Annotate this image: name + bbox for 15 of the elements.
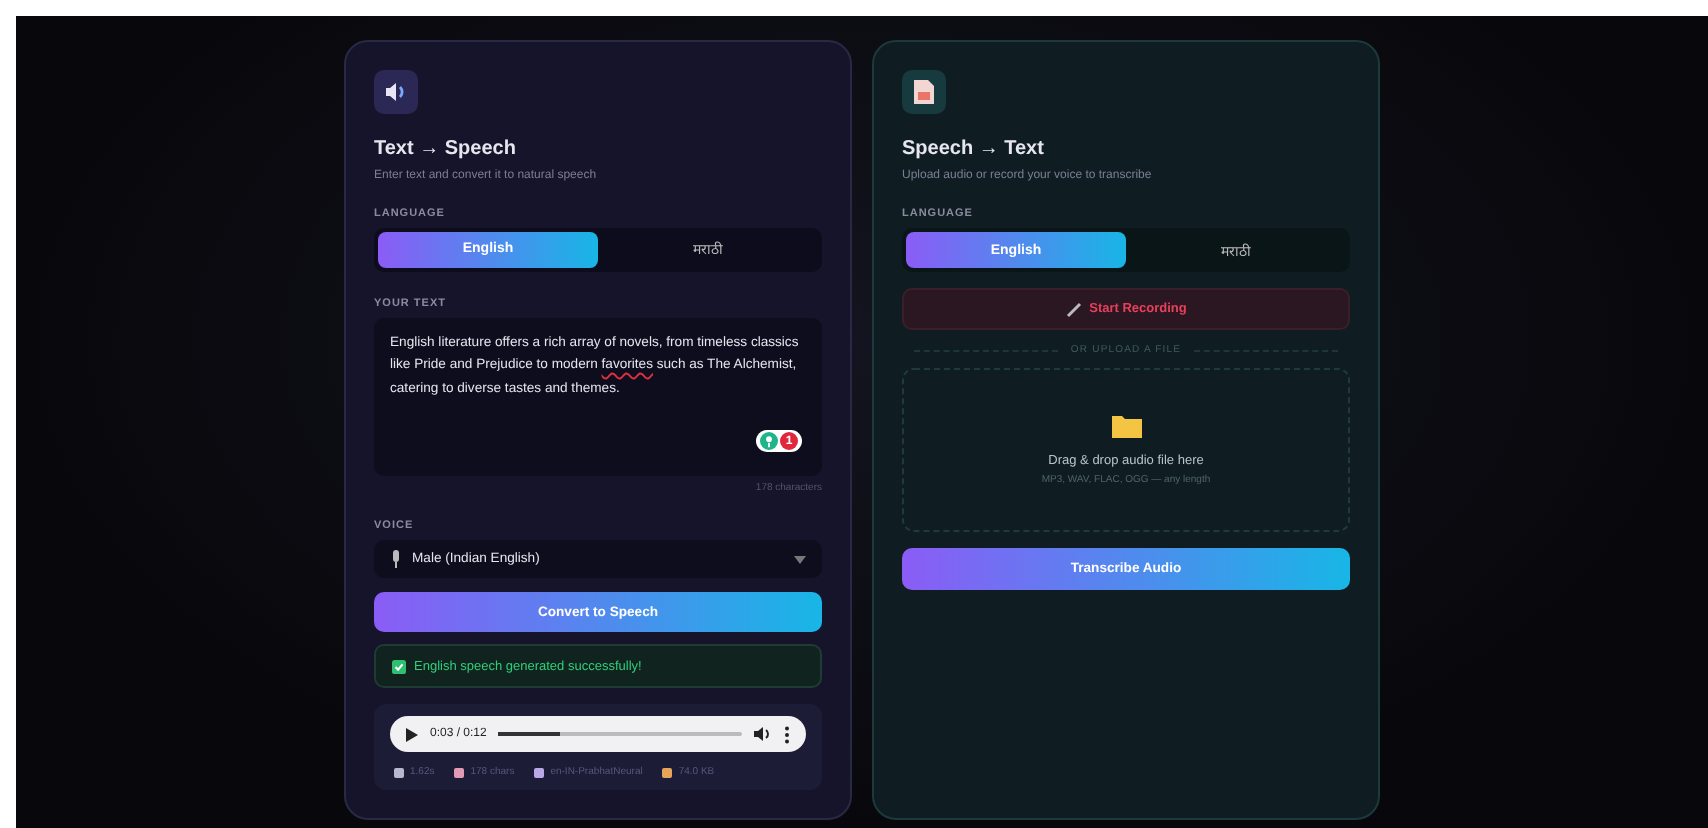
document-icon: [902, 70, 946, 114]
check-icon: [392, 659, 406, 674]
meta-icon: [662, 767, 673, 777]
meta-icon: [534, 767, 545, 777]
folder-icon: [1111, 414, 1141, 438]
caret-icon: [794, 555, 806, 564]
pin-icon: [760, 432, 778, 451]
meta-icon: [394, 767, 404, 777]
speaker-icon: [374, 70, 418, 114]
card-title: Text → Speech: [374, 137, 518, 160]
volume-icon[interactable]: [754, 726, 772, 742]
meta-icon: [454, 767, 465, 777]
play-icon[interactable]: [406, 727, 418, 741]
card-title: Speech → Text: [902, 138, 1046, 160]
more-icon[interactable]: [784, 725, 790, 743]
